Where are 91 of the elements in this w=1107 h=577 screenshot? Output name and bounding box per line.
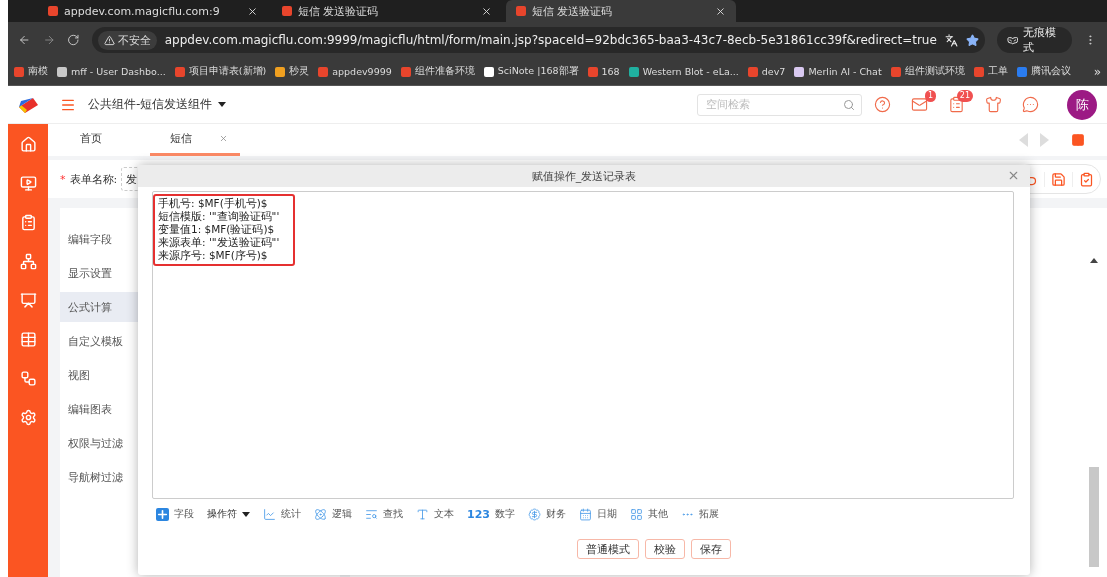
required-mark: * [60, 172, 66, 186]
bookmark[interactable]: 南模 [14, 65, 48, 78]
toolbar-item[interactable]: 统计 [263, 507, 301, 521]
logo-icon [17, 96, 39, 113]
table-icon[interactable] [19, 331, 37, 348]
user-avatar[interactable]: 陈 [1067, 89, 1097, 120]
favicon-icon [282, 6, 292, 16]
clipboard-icon[interactable] [19, 214, 37, 231]
toolbar-item[interactable]: 日期 [578, 507, 617, 521]
formula-line: 变量值1: $MF(验证码)$ [158, 223, 276, 236]
letter-t-icon [416, 507, 429, 521]
favicon-icon [48, 6, 58, 16]
formula-line: 短信模版: '"查询验证码"' [158, 210, 280, 223]
space-selector[interactable]: 公共组件-短信发送组件 [88, 96, 227, 113]
bookmark[interactable]: appdev9999 [318, 66, 392, 77]
dialog-title: 赋值操作_发送记录表 [531, 168, 637, 184]
bookmark[interactable]: Merlin AI - Chat [794, 66, 882, 77]
formula-line: 手机号: $MF(手机号)$ [158, 197, 269, 210]
dialog-button[interactable]: 保存 [691, 539, 731, 559]
formula-line: 来源序号: $MF(序号)$ [158, 249, 269, 262]
tab-title: 短信 发送验证码 [532, 3, 614, 19]
add-square-icon [156, 507, 169, 521]
bookmark[interactable]: mff - User Dashbo... [57, 66, 166, 77]
back-icon[interactable] [18, 33, 31, 47]
toolbar-item[interactable]: 其他 [629, 507, 668, 521]
screen-play-icon[interactable] [19, 175, 37, 192]
calendar-icon [578, 507, 592, 521]
translate-icon[interactable] [944, 33, 958, 47]
presentation-icon[interactable] [19, 292, 37, 309]
tab-title: appdev.com.magicflu.com:9 [64, 4, 221, 18]
operator-dropdown[interactable]: 操作符 [207, 507, 250, 521]
settings-icon[interactable] [19, 409, 37, 426]
tab-title: 短信 发送验证码 [298, 3, 380, 19]
count-badge: 21 [956, 90, 973, 102]
address-bar[interactable]: 不安全 appdev.com.magicflu.com:9999/magicflu/html/form/main.jsp?spaceId=92bdc365-baa3-43c7-8ecb-5e31861cc39f&redirect=true [91, 27, 985, 53]
search-field[interactable]: 空间检索 [697, 93, 862, 116]
count-badge: 1 [924, 90, 936, 102]
more-bookmarks[interactable]: » [1093, 64, 1101, 79]
close-icon[interactable] [715, 5, 726, 17]
close-icon[interactable] [481, 5, 492, 17]
home-icon[interactable] [19, 136, 37, 153]
caret-icon [242, 511, 250, 517]
atom-icon [314, 507, 327, 521]
text-search-icon [365, 507, 378, 521]
dialog-button[interactable]: 普通模式 [577, 539, 639, 559]
toolbar-item[interactable]: 字段 [156, 507, 194, 521]
hierarchy-icon[interactable] [19, 253, 37, 270]
workflow-icon[interactable] [19, 370, 37, 387]
toolbar-item[interactable]: 拓展 [680, 507, 719, 521]
bookmark[interactable]: Western Blot - eLa... [628, 66, 739, 77]
toolbar-item[interactable]: 财务 [527, 507, 566, 521]
bookmark[interactable]: 168 [587, 66, 620, 77]
bookmark[interactable]: 组件测试环境 [890, 65, 965, 78]
scrollbar-thumb[interactable] [1089, 467, 1099, 567]
page-tab[interactable]: 短信 [150, 124, 240, 156]
bookmark[interactable]: SciNote |168部署 [483, 65, 579, 78]
form-name-label: 表单名称: [69, 171, 118, 187]
formula-line: 来源表单: '"发送验证码"' [158, 236, 280, 249]
dialog-button[interactable]: 校验 [645, 539, 685, 559]
close-icon[interactable] [247, 5, 258, 17]
reload-icon[interactable] [67, 33, 80, 47]
browser-tab[interactable]: 短信 发送验证码 [506, 0, 736, 22]
browser-tab[interactable]: appdev.com.magicflu.com:9 [38, 0, 268, 22]
scroll-up-icon[interactable] [1090, 258, 1098, 263]
line-chart-icon [263, 507, 276, 521]
bookmark[interactable]: 秒灵 [275, 65, 310, 78]
star-icon[interactable] [965, 33, 979, 47]
bookmark[interactable]: 工单 [973, 65, 1008, 78]
bookmark[interactable]: 组件准备环境 [400, 65, 475, 78]
toolbar-item[interactable]: 123 数字 [467, 507, 515, 521]
browser-tab[interactable]: 短信 发送验证码 [272, 0, 502, 22]
search-icon[interactable] [843, 98, 855, 111]
clipboard-check-icon[interactable] [1079, 171, 1094, 187]
url-text: appdev.com.magicflu.com:9999/magicflu/html/form/main.jsp?spaceId=92bdc365-baa3-43c7-8ecb-5e31861cc39f&redirect=true [164, 33, 937, 47]
toolbar-item[interactable]: 文本 [416, 507, 454, 521]
security-chip[interactable]: 不安全 [97, 30, 157, 50]
forward-icon[interactable] [42, 33, 56, 47]
number-glyph: 123 [467, 507, 490, 521]
formula-editor[interactable]: 手机号: $MF(手机号)$ 短信模版: '"查询验证码"' 变量值1: $MF(验证码)$ 来源表单: '"发送验证码"' 来源序号: $MF(序号)$ [152, 191, 1014, 499]
favicon-icon [516, 6, 526, 16]
save-icon[interactable] [1051, 171, 1066, 187]
toolbar-item[interactable]: 逻辑 [314, 507, 352, 521]
bookmark[interactable]: 项目申请表(新增) [174, 65, 267, 78]
bookmark[interactable]: dev7 [747, 66, 786, 77]
toolbar-item[interactable]: 查找 [365, 507, 403, 521]
page-tab[interactable]: 首页 [60, 124, 150, 156]
caret-icon [218, 102, 227, 107]
dollar-badge-icon [527, 507, 541, 521]
bookmark[interactable]: 腾讯会议 [1016, 65, 1071, 78]
incognito-chip[interactable]: 无痕模式 [996, 27, 1073, 53]
warning-icon [103, 34, 115, 46]
